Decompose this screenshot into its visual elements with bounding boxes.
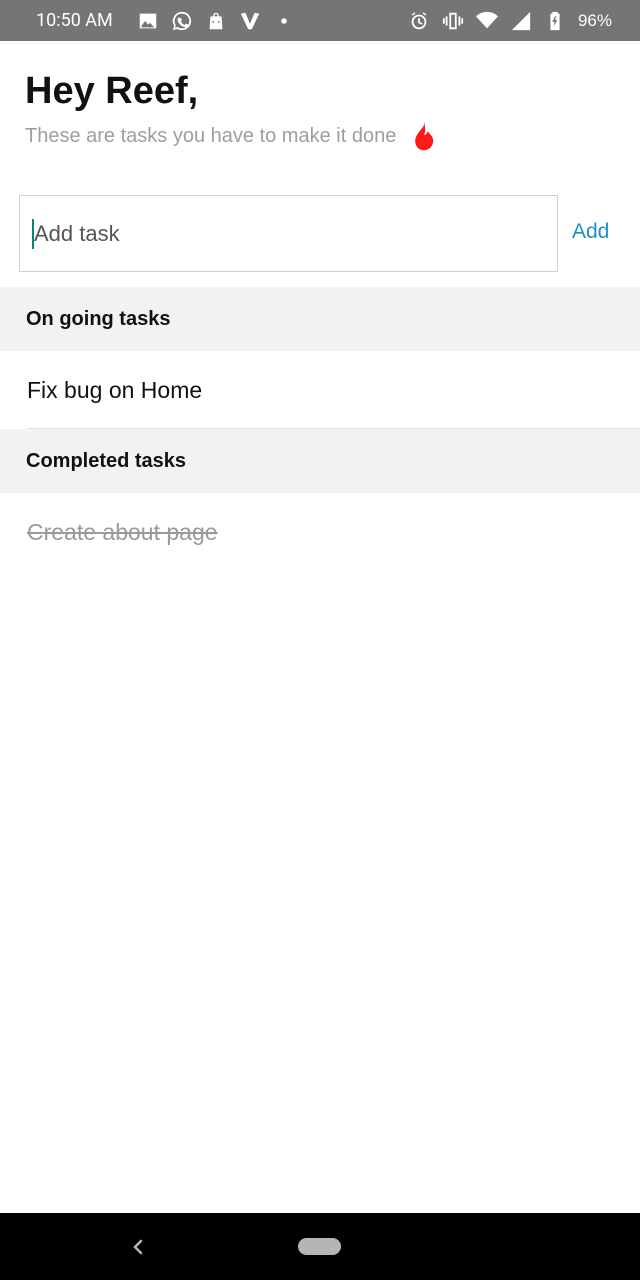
home-pill-button[interactable] xyxy=(298,1238,341,1255)
whatsapp-icon xyxy=(171,10,193,32)
completed-task-item[interactable]: Create about page xyxy=(27,494,640,571)
shopping-bag-icon xyxy=(205,10,227,32)
dot-icon xyxy=(273,10,295,32)
completed-tasks-header: Completed tasks xyxy=(0,429,640,493)
completed-tasks-title: Completed tasks xyxy=(26,449,187,472)
battery-icon xyxy=(544,10,566,32)
text-cursor xyxy=(32,219,34,249)
ongoing-tasks-header: On going tasks xyxy=(0,287,640,351)
task-label: Fix bug on Home xyxy=(27,376,203,403)
back-icon[interactable] xyxy=(128,1235,148,1259)
status-bar: 10:50 AM 96% xyxy=(0,0,640,41)
battery-percent: 96% xyxy=(577,10,612,30)
vibrate-icon xyxy=(442,10,464,32)
alarm-icon xyxy=(408,10,430,32)
image-icon xyxy=(137,10,159,32)
status-bar-left: 10:50 AM xyxy=(36,10,295,32)
wifi-icon xyxy=(475,10,498,32)
subtitle-row: These are tasks you have to make it done xyxy=(25,120,436,152)
status-time: 10:50 AM xyxy=(36,10,113,31)
ongoing-task-item[interactable]: Fix bug on Home xyxy=(27,352,640,429)
add-task-button[interactable]: Add xyxy=(572,220,609,244)
status-bar-right: 96% xyxy=(408,10,612,32)
task-label: Create about page xyxy=(27,519,218,545)
signal-icon xyxy=(510,10,532,32)
add-task-field-container xyxy=(19,195,558,272)
add-task-input[interactable] xyxy=(20,196,557,271)
page-subtitle: These are tasks you have to make it done xyxy=(25,124,397,147)
page-title: Hey Reef, xyxy=(25,70,199,112)
ongoing-tasks-title: On going tasks xyxy=(26,307,171,330)
fire-icon xyxy=(410,120,436,152)
v-logo-icon xyxy=(239,10,261,32)
